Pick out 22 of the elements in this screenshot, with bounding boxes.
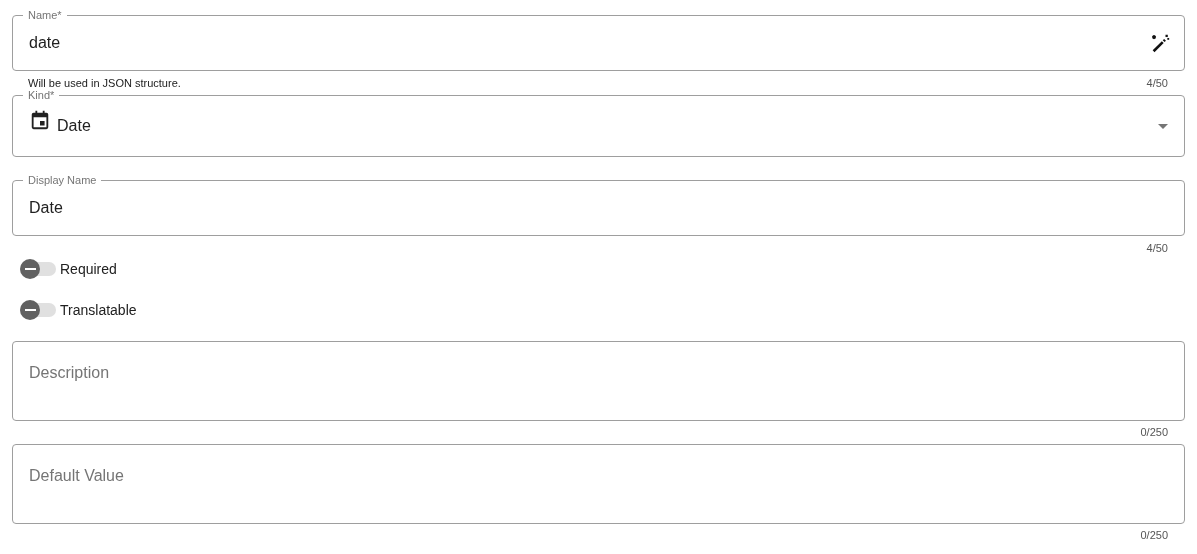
text-area[interactable]: Default Value [12, 444, 1185, 524]
text-area[interactable]: Description [12, 341, 1185, 421]
character-counter: 0/250 [1140, 528, 1168, 544]
placeholder-text: Default Value [29, 467, 124, 484]
toggle-switch[interactable] [20, 262, 56, 276]
character-counter: 4/50 [1146, 240, 1168, 256]
field-value: Date [29, 198, 64, 218]
select-value: Date [57, 116, 91, 136]
toggle-label: Required [60, 259, 117, 279]
toggle-switch[interactable] [20, 303, 56, 317]
field-value: date [29, 33, 62, 53]
toggle-label: Translatable [60, 300, 137, 320]
field-label: Kind* [23, 88, 60, 102]
character-counter: 4/50 [1146, 75, 1168, 91]
placeholder-text: Description [29, 364, 110, 381]
magic-wand-icon [1149, 32, 1171, 54]
character-counter: 0/250 [1140, 425, 1168, 441]
dropdown-arrow-icon [1158, 123, 1168, 129]
calendar-icon [29, 109, 51, 131]
field-label: Display Name [23, 173, 102, 187]
hint-text: Will be used in JSON structure. [28, 75, 181, 91]
field-label: Name* [23, 8, 67, 22]
